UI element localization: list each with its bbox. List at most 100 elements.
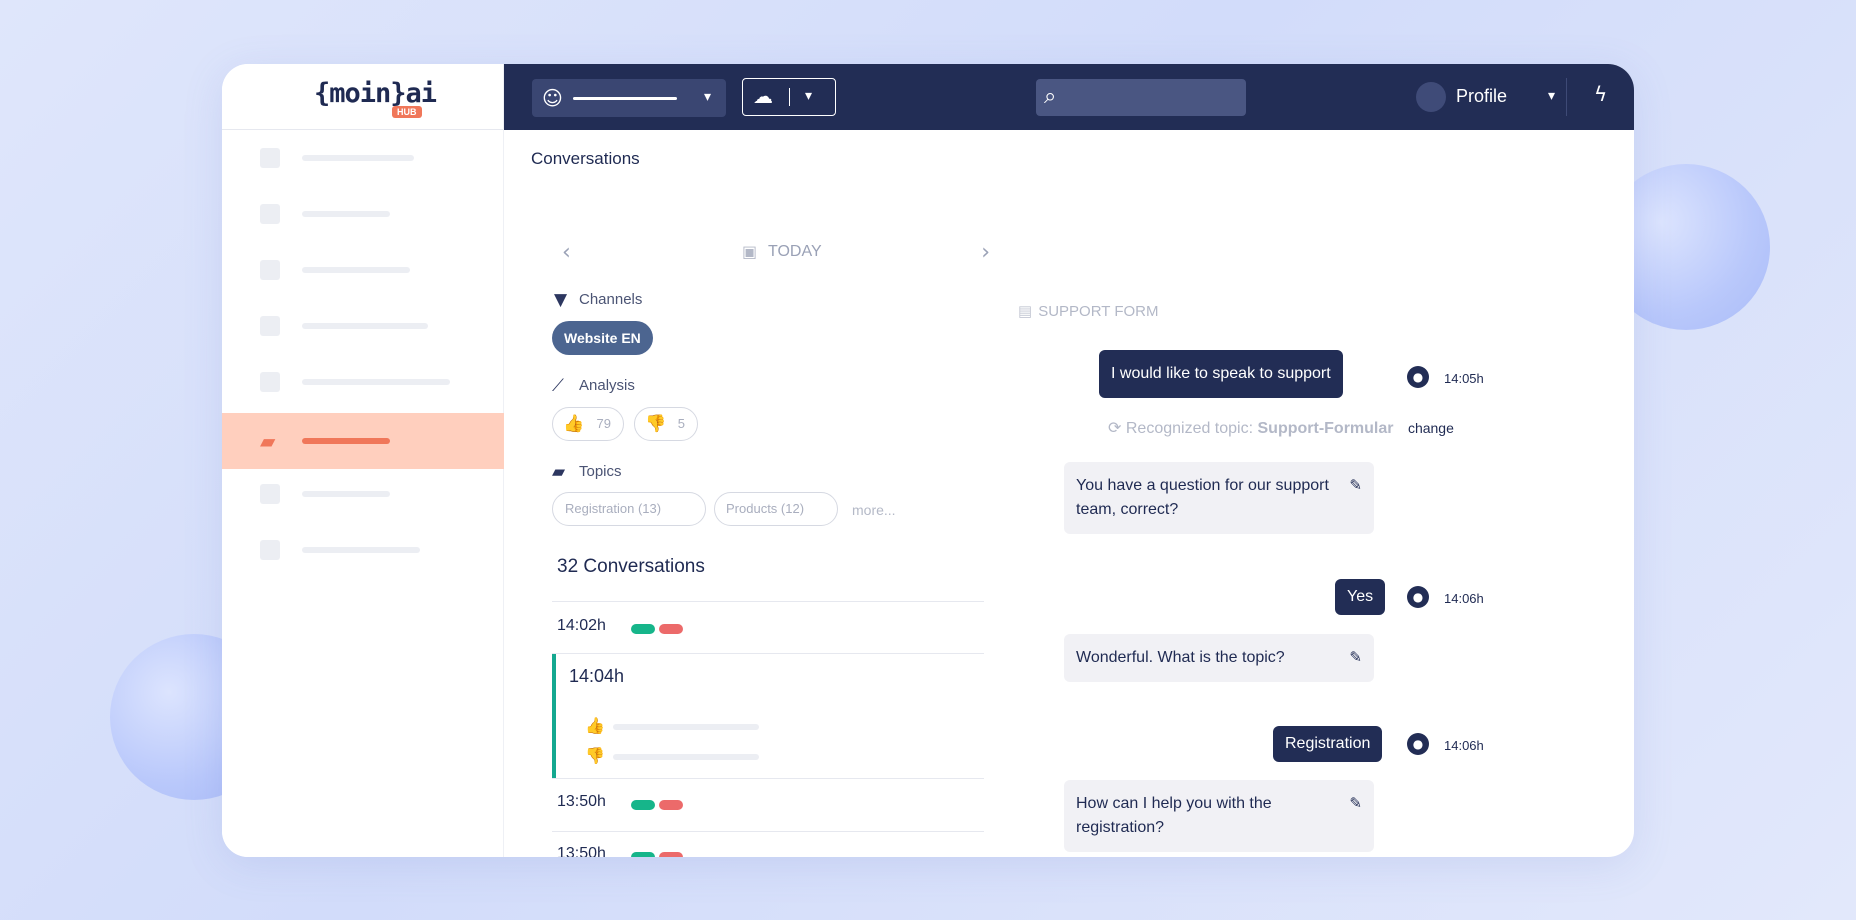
divider [789, 88, 790, 106]
negative-indicator [659, 800, 683, 810]
sidebar-item-label [302, 491, 390, 497]
topic-icon: ⟳ [1108, 420, 1126, 437]
sidebar-item-analytics[interactable] [222, 186, 504, 242]
chevron-down-icon[interactable]: ▾ [805, 88, 812, 104]
topic-value: Support-Formular [1257, 420, 1394, 437]
user-message: Yes [1335, 579, 1386, 615]
folder-icon: ▤ [1018, 303, 1033, 320]
sidebar-item-label [302, 438, 390, 444]
positive-indicator [631, 852, 655, 857]
divider [552, 601, 984, 602]
search-icon: ⌕ [1044, 84, 1057, 109]
topics-label: Topics [579, 463, 622, 480]
conversation-time: 13:50h [557, 793, 606, 810]
recognized-topic: ⟳ Recognized topic: Support-Formular cha… [1108, 418, 1454, 438]
chat-icon [260, 260, 280, 280]
user-icon: ● [1407, 366, 1429, 388]
message-time: 14:06h [1444, 591, 1484, 606]
message-time: 14:05h [1444, 371, 1484, 386]
divider [552, 653, 984, 654]
form-label: ▤ SUPPORT FORM [1018, 302, 1158, 320]
sidebar-item-label [302, 323, 428, 329]
sidebar-item-label [302, 211, 390, 217]
chevron-left-icon[interactable]: ‹ [562, 240, 571, 265]
more-topics-link[interactable]: more... [852, 502, 896, 518]
channels-label: Channels [579, 291, 643, 308]
sidebar: {moin}ai HUB ▰ [222, 64, 504, 857]
channel-chip[interactable]: Website EN [552, 321, 653, 355]
conversation-time: 13:50h [557, 845, 606, 857]
sidebar-item-files[interactable] [222, 466, 504, 522]
sidebar-item-label [302, 379, 450, 385]
page-title: Conversations [531, 149, 640, 168]
divider [1566, 78, 1567, 116]
analytics-icon: ⟋ [552, 376, 564, 396]
avatar[interactable] [1416, 82, 1446, 112]
bot-message: Wonderful. What is the topic? ✎ [1064, 634, 1374, 682]
flow-icon [260, 372, 280, 392]
date-label[interactable]: TODAY [768, 243, 822, 261]
positive-filter[interactable]: 👍 79 [552, 407, 624, 441]
conversations-icon: ▰ [260, 429, 276, 453]
chevron-down-icon[interactable]: ▾ [1548, 88, 1555, 104]
topics-icon: ▰ [552, 462, 566, 482]
topic-chip[interactable]: Registration (13) [552, 492, 706, 526]
chevron-right-icon[interactable]: › [981, 240, 990, 265]
user-message: I would like to speak to support [1099, 350, 1343, 398]
bot-message-text: Wonderful. What is the topic? [1076, 649, 1285, 666]
bot-message: How can I help you with the registration… [1064, 780, 1374, 852]
bot-message-text: You have a question for our support team… [1076, 477, 1329, 518]
negative-filter[interactable]: 👎 5 [634, 407, 698, 441]
negative-indicator [659, 852, 683, 857]
bot-message: You have a question for our support team… [1064, 462, 1374, 534]
logo[interactable]: {moin}ai [314, 78, 437, 109]
edit-icon[interactable]: ✎ [1349, 474, 1362, 498]
analysis-label: Analysis [579, 377, 635, 394]
sidebar-item-chat[interactable] [222, 242, 504, 298]
folder-icon [260, 484, 280, 504]
sidebar-item-dashboard[interactable] [222, 130, 504, 186]
change-topic-link[interactable]: change [1408, 420, 1454, 436]
negative-indicator [659, 624, 683, 634]
thumbs-down-icon: 👎 [585, 746, 605, 765]
positive-count: 79 [596, 416, 611, 431]
sidebar-item-flow[interactable] [222, 354, 504, 410]
thumbs-up-icon: 👍 [585, 716, 605, 735]
logo-area: {moin}ai HUB [222, 64, 503, 130]
search-input[interactable]: ⌕ [1036, 79, 1246, 116]
edit-icon[interactable]: ✎ [1349, 646, 1362, 670]
deploy-button[interactable]: ☁ ▾ [742, 78, 836, 116]
topic-chip[interactable]: Products (12) [714, 492, 838, 526]
form-label-text: SUPPORT FORM [1038, 303, 1159, 320]
bot-name-placeholder [572, 96, 677, 100]
feedback-placeholder [613, 724, 759, 730]
sidebar-item-label [302, 547, 420, 553]
lightning-icon[interactable]: ϟ [1594, 82, 1607, 106]
gauge-icon [260, 316, 280, 336]
sidebar-item-settings[interactable] [222, 522, 504, 578]
selection-indicator [552, 654, 556, 778]
settings-icon [260, 540, 280, 560]
thumbs-up-icon: 👍 [563, 414, 585, 433]
conversation-time: 14:04h [569, 666, 625, 686]
sidebar-item-gauge[interactable] [222, 298, 504, 354]
filter-icon: ▼ [554, 290, 568, 310]
sidebar-item-label [302, 155, 414, 161]
date-navigator: ‹ ▣ TODAY › [562, 240, 990, 265]
bot-selector[interactable]: ☺ ▾ [532, 79, 726, 117]
thumbs-down-icon: 👎 [645, 414, 667, 433]
topbar: ☺ ▾ ☁ ▾ ⌕ Profile ▾ ϟ [504, 64, 1634, 130]
edit-icon[interactable]: ✎ [1349, 792, 1362, 816]
trending-icon [260, 204, 280, 224]
profile-label[interactable]: Profile [1456, 86, 1507, 107]
sidebar-item-conversations[interactable]: ▰ [222, 413, 504, 469]
feedback-placeholder [613, 754, 759, 760]
calendar-icon: ▣ [742, 242, 758, 261]
app-window: {moin}ai HUB ▰ ☺ ▾ ☁ ▾ ⌕ Profile ▾ ϟ Con… [222, 64, 1634, 857]
hub-badge: HUB [392, 106, 422, 118]
user-icon: ● [1407, 586, 1429, 608]
robot-icon: ☺ [542, 86, 563, 110]
divider [552, 778, 984, 779]
positive-indicator [631, 800, 655, 810]
chevron-down-icon: ▾ [704, 89, 712, 105]
